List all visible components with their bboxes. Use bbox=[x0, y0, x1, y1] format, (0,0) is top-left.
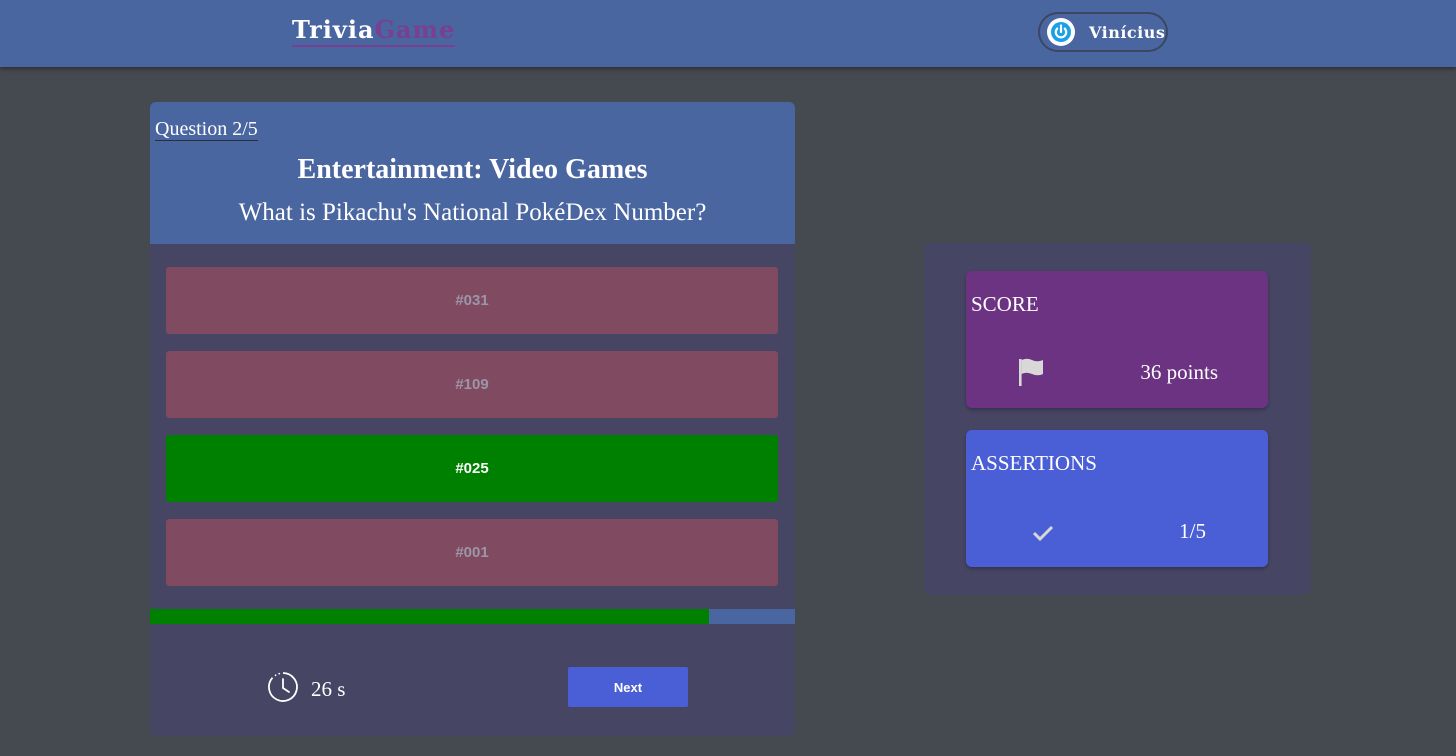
check-icon bbox=[1030, 520, 1056, 546]
logo-text-trivia: Trivia bbox=[292, 15, 375, 44]
answer-option-4[interactable]: #001 bbox=[166, 519, 778, 586]
next-button[interactable]: Next bbox=[568, 667, 688, 707]
timer-value: 26 s bbox=[311, 677, 346, 701]
timer: 26 s bbox=[267, 671, 345, 708]
question-counter: Question 2/5 bbox=[155, 118, 258, 141]
time-progress-bar bbox=[150, 609, 795, 624]
question-text: What is Pikachu's National PokéDex Numbe… bbox=[238, 199, 707, 226]
answer-option-2[interactable]: #109 bbox=[166, 351, 778, 418]
answer-option-1[interactable]: #031 bbox=[166, 267, 778, 334]
score-title: SCORE bbox=[971, 292, 1039, 316]
assertions-card: ASSERTIONS 1/5 bbox=[966, 430, 1268, 567]
assertions-title: ASSERTIONS bbox=[971, 451, 1097, 475]
time-progress-fill bbox=[150, 609, 710, 624]
question-card: Question 2/5 Entertainment: Video Games … bbox=[150, 102, 795, 736]
answer-option-3-correct[interactable]: #025 bbox=[166, 435, 778, 502]
user-logout-button[interactable]: Vinícius bbox=[1038, 12, 1168, 52]
score-card: SCORE 36 points bbox=[966, 271, 1268, 408]
question-category: Entertainment: Video Games bbox=[297, 154, 648, 185]
power-icon bbox=[1047, 18, 1075, 46]
app-logo[interactable]: TriviaGame bbox=[292, 15, 456, 47]
logo-text-game: Game bbox=[374, 15, 456, 44]
clock-icon bbox=[267, 671, 299, 708]
flag-icon bbox=[1016, 357, 1046, 387]
assertions-value: 1/5 bbox=[1179, 519, 1206, 543]
user-name: Vinícius bbox=[1089, 22, 1166, 42]
question-header: Question 2/5 Entertainment: Video Games … bbox=[150, 102, 795, 244]
score-value: 36 points bbox=[1140, 360, 1218, 384]
app-header: TriviaGame Vinícius bbox=[0, 0, 1456, 67]
stats-panel: SCORE 36 points ASSERTIONS 1/5 bbox=[924, 243, 1311, 595]
